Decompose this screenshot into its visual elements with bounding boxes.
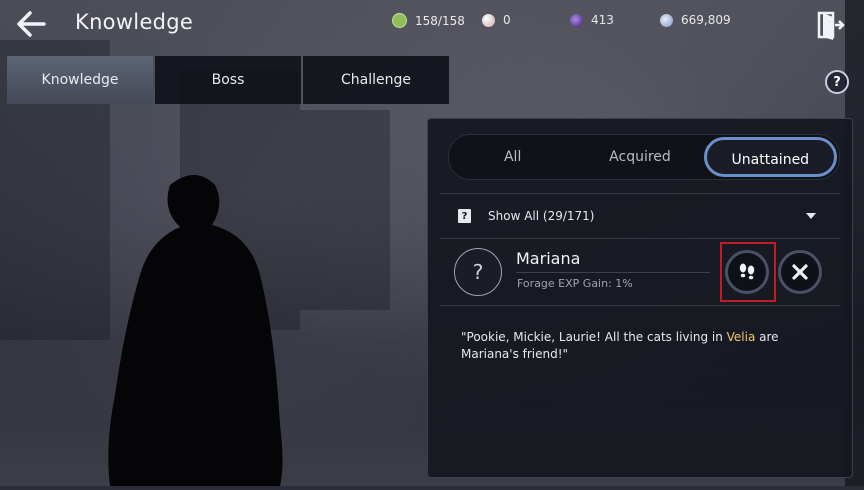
segment-unattained[interactable]: Unattained [703, 137, 837, 177]
main-tabs: Knowledge Boss Challenge [7, 56, 451, 104]
black-gem-resource: 413 [570, 13, 614, 27]
energy-resource: 158/158 [392, 13, 465, 28]
silver-resource: 669,809 [660, 13, 731, 27]
dropdown-label: Show All (29/171) [488, 209, 595, 223]
quote-highlight: Velia [726, 330, 756, 344]
black-gem-icon [570, 13, 583, 27]
segment-acquired[interactable]: Acquired [576, 149, 703, 165]
knowledge-entry[interactable]: ? Mariana Forage EXP Gain: 1% [440, 239, 840, 306]
page-title: Knowledge [75, 10, 194, 34]
entry-effect: Forage EXP Gain: 1% [517, 277, 633, 290]
unknown-portrait-icon: ? [454, 248, 502, 296]
knowledge-quote: "Pookie, Mickie, Laurie! All the cats li… [461, 329, 791, 363]
quote-text: "Pookie, Mickie, Laurie! All the cats li… [461, 330, 727, 344]
close-icon [792, 264, 808, 280]
pearl-resource: 0 [482, 13, 511, 27]
entry-divider [516, 272, 710, 273]
black-gem-value: 413 [591, 13, 614, 27]
entry-name: Mariana [516, 249, 581, 268]
question-box-icon: ? [458, 209, 471, 223]
help-icon[interactable]: ? [825, 70, 849, 94]
character-silhouette [100, 165, 290, 486]
tab-challenge[interactable]: Challenge [303, 56, 449, 104]
top-bar: Knowledge 158/158 0 413 669,809 [0, 0, 864, 50]
acquisition-filter-segment: All Acquired Unattained [448, 134, 840, 180]
knowledge-panel: All Acquired Unattained ? Show All (29/1… [427, 118, 853, 478]
pearl-icon [482, 13, 495, 27]
footprints-icon [739, 263, 755, 280]
track-footprints-button[interactable] [725, 250, 769, 294]
exit-door-icon[interactable] [817, 10, 845, 40]
energy-value: 158/158 [415, 13, 465, 28]
category-dropdown[interactable]: ? Show All (29/171) [440, 193, 840, 239]
tab-boss[interactable]: Boss [155, 56, 301, 104]
close-button[interactable] [778, 250, 822, 294]
segment-all[interactable]: All [449, 149, 576, 165]
back-arrow-icon[interactable] [14, 8, 50, 40]
chevron-down-icon [806, 213, 816, 219]
pearl-value: 0 [503, 13, 511, 27]
silver-value: 669,809 [681, 13, 731, 27]
silver-coin-icon [660, 13, 673, 27]
energy-icon [392, 13, 407, 28]
tab-knowledge[interactable]: Knowledge [7, 56, 153, 104]
